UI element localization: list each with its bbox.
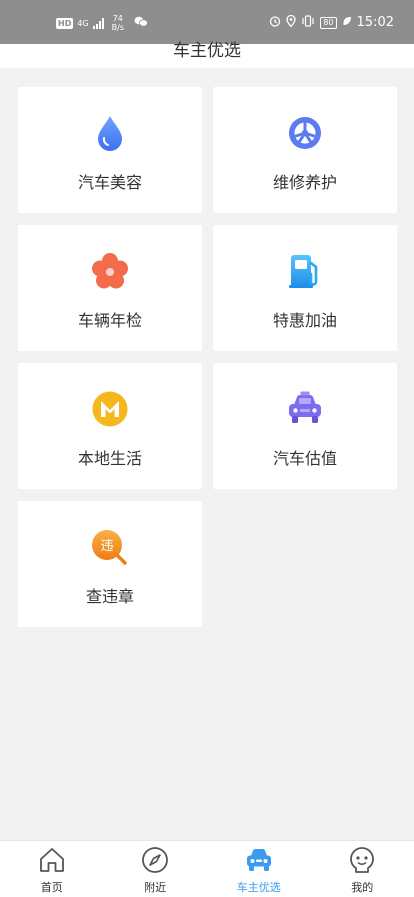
hd-badge: HD: [56, 17, 74, 29]
network-speed: 74 B/s: [112, 14, 124, 32]
battery-icon: 80: [320, 16, 337, 29]
network-type: 4G: [77, 18, 89, 28]
flower-icon: [18, 253, 202, 289]
bottom-tab-bar: 首页 附近 车主优选 我的: [0, 840, 414, 897]
service-card-local-life[interactable]: 本地生活: [18, 363, 202, 489]
tab-label: 附近: [144, 881, 167, 894]
local-life-icon: [18, 391, 202, 427]
tab-label: 首页: [40, 881, 63, 894]
vibrate-icon: [301, 15, 315, 30]
signal-icon: [92, 17, 104, 29]
tab-home[interactable]: 首页: [0, 841, 104, 897]
tab-nearby[interactable]: 附近: [104, 841, 208, 897]
tab-car-owner-picks[interactable]: 车主优选: [207, 841, 311, 897]
wechat-icon: [134, 16, 148, 30]
service-card-fuel-discount[interactable]: 特惠加油: [213, 225, 397, 351]
violation-badge-text: 违: [100, 539, 113, 554]
car-valuation-icon: [213, 391, 397, 427]
status-right: 80 15:02: [269, 14, 394, 30]
service-card-label: 车辆年检: [77, 311, 142, 330]
water-drop-icon: [18, 115, 202, 151]
app-screen: HD 4G 74 B/s 80 15:02 车主优选 汽车美容 维修养护 车辆年…: [0, 0, 414, 897]
speed-unit: B/s: [111, 23, 124, 32]
service-card-car-valuation[interactable]: 汽车估值: [213, 363, 397, 489]
tab-profile[interactable]: 我的: [311, 841, 414, 897]
wheel-icon: [213, 115, 397, 151]
profile-icon: [311, 846, 414, 874]
speed-value: 74: [112, 14, 123, 23]
clock-time: 15:02: [356, 15, 394, 30]
service-card-label: 本地生活: [77, 449, 142, 468]
service-card-label: 维修养护: [272, 173, 337, 192]
service-card-label: 汽车估值: [272, 449, 337, 468]
status-left: HD 4G 74 B/s: [56, 14, 148, 32]
service-card-label: 查违章: [85, 587, 134, 606]
tab-label: 车主优选: [236, 881, 281, 894]
page-title: 车主优选: [173, 41, 241, 61]
car-icon: [207, 846, 311, 874]
service-card-label: 特惠加油: [272, 311, 337, 330]
home-icon: [0, 846, 104, 874]
service-card-car-beauty[interactable]: 汽车美容: [18, 87, 202, 213]
compass-icon: [104, 846, 208, 874]
service-card-repair[interactable]: 维修养护: [213, 87, 397, 213]
tab-label: 我的: [351, 881, 374, 894]
fuel-pump-icon: [213, 253, 397, 289]
leaf-icon: [342, 16, 352, 30]
alarm-icon: [269, 15, 281, 30]
location-icon: [286, 14, 296, 30]
service-card-annual-inspection[interactable]: 车辆年检: [18, 225, 202, 351]
violation-search-icon: 违: [18, 529, 202, 565]
service-card-traffic-violation[interactable]: 违 查违章: [18, 501, 202, 627]
page-header: 车主优选: [0, 41, 414, 68]
service-card-label: 汽车美容: [77, 173, 142, 192]
